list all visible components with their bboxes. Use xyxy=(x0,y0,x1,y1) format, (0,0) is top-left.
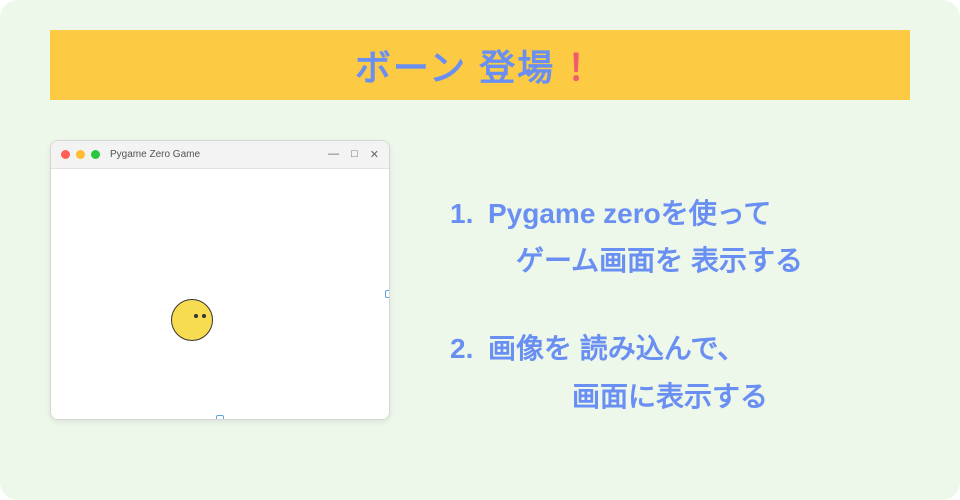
slide: ボーン 登場 ！ Pygame Zero Game — □ ✕ xyxy=(0,0,960,500)
page-title: ボーン 登場 ！ xyxy=(355,39,605,91)
maximize-icon: □ xyxy=(351,148,358,161)
title-bang: ！ xyxy=(567,47,605,88)
game-canvas xyxy=(51,169,389,419)
eye-icon xyxy=(194,314,198,318)
item-line: ゲーム画面を 表示する xyxy=(488,237,803,285)
minimize-dot-icon xyxy=(76,150,85,159)
content-row: Pygame Zero Game — □ ✕ xyxy=(50,140,910,470)
window-titlebar: Pygame Zero Game — □ ✕ xyxy=(51,141,389,169)
window-buttons: — □ ✕ xyxy=(328,148,379,161)
smiley-face-icon xyxy=(171,299,213,341)
item-line: Pygame zeroを使って xyxy=(488,190,803,238)
eye-icon xyxy=(202,314,206,318)
list-item: 1. Pygame zeroを使って ゲーム画面を 表示する xyxy=(450,190,910,285)
item-line: 画像を 読み込んで、 xyxy=(488,325,768,373)
close-dot-icon xyxy=(61,150,70,159)
right-column: 1. Pygame zeroを使って ゲーム画面を 表示する 2. 画像を 読み… xyxy=(450,140,910,470)
item-number: 2. xyxy=(450,325,480,420)
list-item: 2. 画像を 読み込んで、 画面に表示する xyxy=(450,325,910,420)
app-window: Pygame Zero Game — □ ✕ xyxy=(50,140,390,420)
item-text: 画像を 読み込んで、 画面に表示する xyxy=(488,325,768,420)
item-number: 1. xyxy=(450,190,480,285)
item-line: 画面に表示する xyxy=(488,373,768,421)
close-icon: ✕ xyxy=(370,148,379,161)
smiley-sprite xyxy=(171,299,213,341)
resize-handle-right-icon xyxy=(385,290,390,298)
title-text: ボーン 登場 xyxy=(355,47,555,88)
traffic-lights xyxy=(61,150,100,159)
left-column: Pygame Zero Game — □ ✕ xyxy=(50,140,410,470)
resize-handle-bottom-icon xyxy=(216,415,224,420)
title-bar: ボーン 登場 ！ xyxy=(50,30,910,100)
minimize-icon: — xyxy=(328,148,339,161)
maximize-dot-icon xyxy=(91,150,100,159)
item-text: Pygame zeroを使って ゲーム画面を 表示する xyxy=(488,190,803,285)
window-title: Pygame Zero Game xyxy=(110,149,200,160)
